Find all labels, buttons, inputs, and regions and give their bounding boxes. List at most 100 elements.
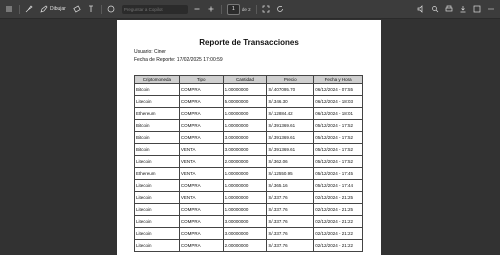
table-row: Bitcoin COMPRA 3.00000000 S/.391369.61 05/12… <box>134 131 363 144</box>
fit-page-icon[interactable] <box>261 3 271 15</box>
table-cell: Bitcoin <box>134 83 180 96</box>
table-cell: COMPRA <box>178 83 224 96</box>
table-cell: 3.00000000 <box>222 143 268 156</box>
table-cell: COMPRA <box>178 131 224 144</box>
table-row: Litecoin COMPRA 3.00000000 S/.337.76 02/12/2… <box>134 215 363 228</box>
pdf-page: Reporte de Transacciones Usuario: Ciner … <box>117 20 381 255</box>
table-cell: Litecoin <box>134 155 180 168</box>
table-cell: 02/12/2024 - 21:25 <box>313 203 363 216</box>
table-cell: Litecoin <box>134 179 180 192</box>
report-date: Fecha de Reporte: 17/02/2025 17:00:59 <box>134 57 223 63</box>
pdf-toolbar: Dibujar 1 de 2 <box>0 0 500 19</box>
table-cell: 3.00000000 <box>222 131 268 144</box>
table-cell: S/.391369.61 <box>266 143 315 156</box>
table-cell: 1.00000000 <box>222 179 268 192</box>
table-cell: S/.391369.61 <box>266 131 315 144</box>
page-total: de 2 <box>241 6 251 12</box>
eraser-icon[interactable] <box>72 3 82 15</box>
table-row: Litecoin VENTA 2.00000000 S/.362.06 05/12/20… <box>134 155 363 168</box>
table-cell: 05/12/2024 - 17:52 <box>313 131 363 144</box>
table-cell: 05/12/2024 - 17:45 <box>313 167 363 180</box>
column-header: Cantidad <box>222 75 268 84</box>
copilot-icon[interactable] <box>106 3 116 15</box>
draw-button[interactable]: Dibujar <box>38 3 68 15</box>
table-cell: Litecoin <box>134 215 180 228</box>
column-header: Tipo <box>178 75 224 84</box>
table-cell: 1.00000000 <box>222 83 268 96</box>
table-cell: Bitcoin <box>134 143 180 156</box>
table-cell: S/.12884.42 <box>266 107 315 120</box>
table-cell: Bitcoin <box>134 131 180 144</box>
download-icon[interactable] <box>458 3 468 15</box>
more-icon[interactable] <box>486 3 496 15</box>
print-icon[interactable] <box>444 3 454 15</box>
table-cell: 5.00000000 <box>222 95 268 108</box>
table-cell: 05/12/2024 - 17:52 <box>313 143 363 156</box>
table-cell: VENTA <box>178 191 224 204</box>
table-cell: 1.00000000 <box>222 191 268 204</box>
toolbar-divider <box>255 4 257 14</box>
table-cell: Ethereum <box>134 167 180 180</box>
transactions-table: Criptomoneda Tipo Cantidad Precio Fecha … <box>134 75 363 252</box>
zoom-in-button[interactable] <box>206 3 216 15</box>
read-aloud-icon[interactable] <box>416 3 426 15</box>
table-cell: COMPRA <box>178 119 224 132</box>
table-cell: S/.365.16 <box>266 179 315 192</box>
table-cell: COMPRA <box>178 179 224 192</box>
report-user: Usuario: Ciner <box>134 49 166 55</box>
table-cell: 1.00000000 <box>222 203 268 216</box>
table-cell: Litecoin <box>134 191 180 204</box>
highlight-icon[interactable] <box>24 3 34 15</box>
column-header: Criptomoneda <box>134 75 180 84</box>
table-cell: COMPRA <box>178 107 224 120</box>
table-cell: 05/12/2024 - 17:52 <box>313 155 363 168</box>
table-cell: 02/12/2024 - 21:22 <box>313 215 363 228</box>
table-cell: S/.337.76 <box>266 227 315 240</box>
rotate-icon[interactable] <box>275 3 285 15</box>
table-cell: 02/12/2024 - 21:22 <box>313 227 363 240</box>
table-cell: COMPRA <box>178 203 224 216</box>
page-number-input[interactable]: 1 <box>226 3 240 15</box>
table-row: Bitcoin COMPRA 1.00000000 S/.407095.70 06/12… <box>134 83 363 96</box>
table-cell: S/.391369.61 <box>266 119 315 132</box>
table-cell: 06/12/2024 - 18:01 <box>313 107 363 120</box>
table-cell: 2.00000000 <box>222 155 268 168</box>
table-cell: 06/12/2024 - 07:55 <box>313 83 363 96</box>
table-cell: VENTA <box>178 155 224 168</box>
table-cell: 06/12/2024 - 18:03 <box>313 95 363 108</box>
table-cell: Litecoin <box>134 95 180 108</box>
table-cell: 02/12/2024 - 21:25 <box>313 191 363 204</box>
table-row: Bitcoin COMPRA 1.00000000 S/.391369.61 05/12… <box>134 119 363 132</box>
column-header: Precio <box>266 75 315 84</box>
table-row: Ethereum VENTA 1.00000000 S/.12550.95 05/12/… <box>134 167 363 180</box>
table-cell: S/.362.06 <box>266 155 315 168</box>
table-cell: S/.346.30 <box>266 95 315 108</box>
table-cell: 05/12/2024 - 17:44 <box>313 179 363 192</box>
toolbar-divider <box>100 4 102 14</box>
menu-icon[interactable] <box>4 3 14 15</box>
table-row: Litecoin VENTA 1.00000000 S/.337.76 02/12/20… <box>134 191 363 204</box>
save-icon[interactable] <box>472 3 482 15</box>
table-cell: 05/12/2024 - 17:52 <box>313 119 363 132</box>
table-cell: Ethereum <box>134 107 180 120</box>
toolbar-divider <box>19 4 20 14</box>
table-row: Litecoin COMPRA 3.00000000 S/.337.76 02/12/2… <box>134 227 363 240</box>
table-cell: S/.12550.95 <box>266 167 315 180</box>
table-cell: 1.00000000 <box>222 167 268 180</box>
table-header-row: Criptomoneda Tipo Cantidad Precio Fecha … <box>134 75 363 84</box>
table-row: Litecoin COMPRA 1.00000000 S/.337.76 02/12/2… <box>134 203 363 216</box>
draw-label: Dibujar <box>50 6 66 12</box>
table-cell: S/.407095.70 <box>266 83 315 96</box>
table-cell: S/.337.76 <box>266 191 315 204</box>
table-cell: VENTA <box>178 167 224 180</box>
table-cell: COMPRA <box>178 215 224 228</box>
table-cell: COMPRA <box>178 95 224 108</box>
table-cell: S/.337.76 <box>266 203 315 216</box>
copilot-search-input[interactable] <box>121 4 188 14</box>
search-icon[interactable] <box>430 3 440 15</box>
table-row: Litecoin COMPRA 1.00000000 S/.365.16 05/12/2… <box>134 179 363 192</box>
table-cell: 1.00000000 <box>222 119 268 132</box>
zoom-out-button[interactable] <box>192 3 202 15</box>
text-icon[interactable] <box>86 3 96 15</box>
table-row: Ethereum COMPRA 1.00000000 S/.12884.42 06/12… <box>134 107 363 120</box>
